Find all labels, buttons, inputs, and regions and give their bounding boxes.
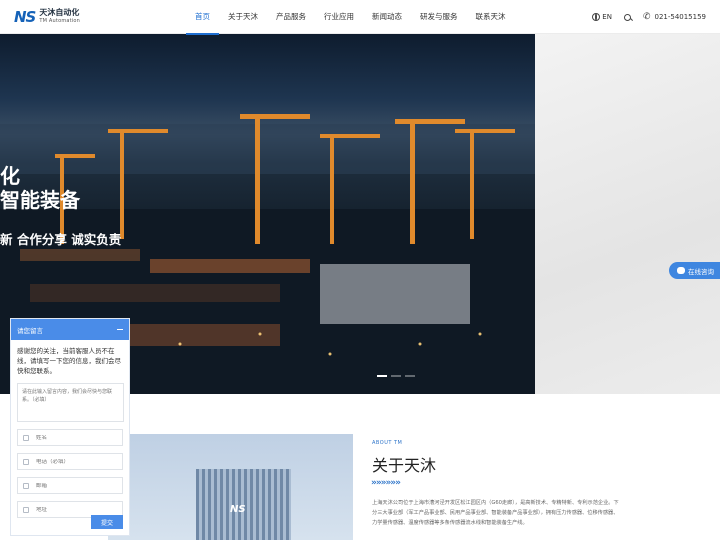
hero-headline-2: 智能装备 <box>0 188 80 212</box>
language-label: EN <box>602 13 612 21</box>
leave-message-panel: 请您留言 感谢您的关注，当前客服人员不在线，请填写一下您的信息，我们会尽快和您联… <box>10 318 130 536</box>
logo-name-en: TM Automation <box>39 18 81 24</box>
name-input[interactable] <box>36 434 116 441</box>
phone-field-icon <box>23 458 29 465</box>
name-field[interactable] <box>17 429 123 446</box>
email-input[interactable] <box>36 482 116 489</box>
nav-item-home[interactable]: 首页 <box>186 0 219 35</box>
message-textarea[interactable] <box>17 383 124 422</box>
email-field[interactable] <box>17 477 123 494</box>
location-icon <box>23 506 29 513</box>
site-header: NS 天沐自动化 TM Automation 首页 关于天沐 产品服务 行业应用… <box>0 0 720 35</box>
phone-input[interactable] <box>36 458 116 465</box>
user-icon <box>23 434 29 441</box>
slider-dot[interactable] <box>405 375 415 377</box>
globe-icon <box>592 13 601 21</box>
phone-field[interactable] <box>17 453 123 470</box>
nav-item-about[interactable]: 关于天沐 <box>219 0 267 34</box>
about-title: 关于天沐 <box>372 456 437 475</box>
company-building-image: NS <box>108 434 353 540</box>
language-switch[interactable]: EN <box>592 13 612 21</box>
building-sign: NS <box>230 504 246 515</box>
submit-button[interactable]: 提交 <box>91 515 123 529</box>
arrows-decoration: »»»»»» <box>371 478 401 488</box>
mail-icon <box>23 482 29 489</box>
logo-name-cn: 天沐自动化 <box>39 8 80 17</box>
phone-label: 021-54015159 <box>654 13 706 21</box>
message-intro: 感谢您的关注，当前客服人员不在线，请填写一下您的信息，我们会尽快和您联系。 <box>17 347 121 375</box>
slider-pagination <box>377 375 415 377</box>
phone-icon: ✆ <box>642 12 651 22</box>
nav-item-rnd[interactable]: 研发与服务 <box>411 0 467 34</box>
minimize-icon[interactable] <box>117 329 123 330</box>
phone-number: ✆ 021-54015159 <box>643 12 706 22</box>
hero-side-panel <box>535 34 720 394</box>
address-input[interactable] <box>36 506 116 513</box>
online-consult-label: 在线咨询 <box>688 267 714 276</box>
logo-mark: NS <box>14 8 36 26</box>
slider-dot[interactable] <box>391 375 401 377</box>
nav-item-contact[interactable]: 联系天沐 <box>467 0 515 34</box>
message-panel-header: 请您留言 <box>11 319 129 340</box>
logo[interactable]: NS 天沐自动化 TM Automation <box>14 7 80 27</box>
about-kicker: ABOUT TM <box>372 440 403 446</box>
main-nav: 首页 关于天沐 产品服务 行业应用 新闻动态 研发与服务 联系天沐 <box>186 0 515 35</box>
chat-icon <box>677 267 685 274</box>
slider-dot[interactable] <box>377 375 387 377</box>
message-panel-title: 请您留言 <box>17 326 43 335</box>
nav-item-industries[interactable]: 行业应用 <box>315 0 363 34</box>
about-description: 上海天沐公司位于上海市漕河泾开发区松江园区内（G60走廊），是高新技术、专精特新… <box>372 500 619 526</box>
nav-item-products[interactable]: 产品服务 <box>267 0 315 34</box>
search-icon[interactable] <box>623 13 631 21</box>
nav-item-news[interactable]: 新闻动态 <box>363 0 411 34</box>
hero-slogan: 新 合作分享 诚实负责 <box>0 232 122 247</box>
online-consult-button[interactable]: 在线咨询 <box>669 262 720 279</box>
